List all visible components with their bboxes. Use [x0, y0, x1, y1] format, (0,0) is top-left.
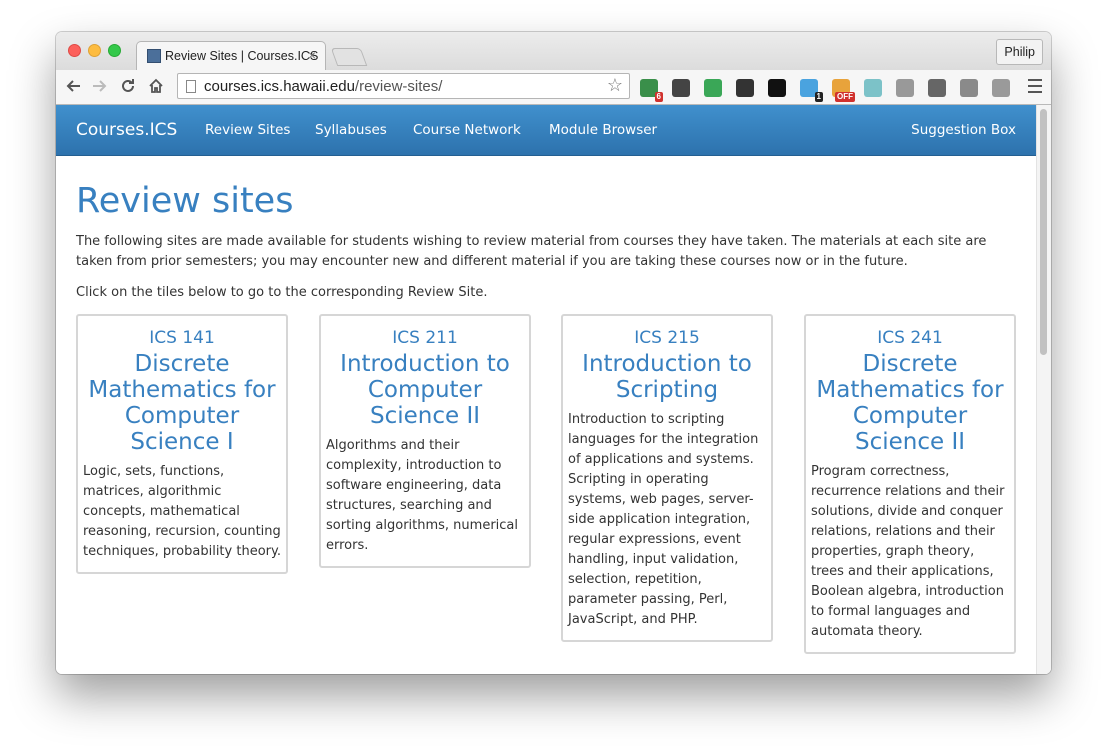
- tile-course-name: Introduction to Computer Science II: [340, 351, 510, 429]
- puzzle-extension-icon[interactable]: [992, 79, 1010, 97]
- tile-course-code: ICS 141: [149, 328, 215, 348]
- url-path: /review-sites/: [354, 78, 443, 95]
- nav-syllabuses[interactable]: Syllabuses: [315, 122, 387, 138]
- tile-course-description: Logic, sets, functions, matrices, algori…: [83, 464, 281, 559]
- chrome-menu-icon[interactable]: [1028, 79, 1042, 95]
- browser-toolbar: courses.ics.hawaii.edu/review-sites/ ☆ 6…: [56, 70, 1051, 105]
- close-window-button[interactable]: [68, 44, 81, 57]
- hangouts-extension-icon[interactable]: [704, 79, 722, 97]
- tile-course-name: Introduction to Scripting: [582, 351, 752, 403]
- close-tab-icon[interactable]: ×: [308, 47, 316, 63]
- reload-button[interactable]: [117, 74, 139, 98]
- tile-course-description: Algorithms and their complexity, introdu…: [326, 438, 519, 553]
- extension-badge: 1: [814, 92, 823, 102]
- site-navbar: Courses.ICS Review Sites Syllabuses Cour…: [56, 105, 1036, 156]
- sync-extension-icon[interactable]: [672, 79, 690, 97]
- url-text[interactable]: courses.ics.hawaii.edu/review-sites/: [204, 78, 442, 95]
- intro-paragraph: The following sites are made available f…: [76, 234, 987, 269]
- review-tile-ics141[interactable]: ICS 141 Discrete Mathematics for Compute…: [76, 314, 288, 574]
- jetbrains-extension-icon[interactable]: [768, 79, 786, 97]
- forward-button[interactable]: [89, 74, 111, 98]
- tile-course-code: ICS 211: [392, 328, 458, 348]
- tile-course-code: ICS 241: [877, 328, 943, 348]
- browser-tab[interactable]: Review Sites | Courses.ICS ×: [136, 41, 326, 70]
- info-extension-icon[interactable]: [736, 79, 754, 97]
- nav-module-browser[interactable]: Module Browser: [549, 122, 657, 138]
- nav-review-sites[interactable]: Review Sites: [205, 122, 290, 138]
- new-tab-button[interactable]: [330, 48, 368, 66]
- ghostery-extension-icon[interactable]: 1: [800, 79, 823, 102]
- page-viewport: Courses.ICS Review Sites Syllabuses Cour…: [56, 105, 1051, 674]
- site-favicon-icon: [147, 49, 161, 63]
- scrollbar-thumb[interactable]: [1040, 109, 1047, 355]
- tile-course-description: Introduction to scripting languages for …: [568, 412, 759, 627]
- instructions-paragraph: Click on the tiles below to go to the co…: [76, 285, 488, 300]
- tile-course-name: Discrete Mathematics for Computer Scienc…: [816, 351, 1004, 455]
- back-arrow-icon: [66, 80, 80, 92]
- back-button[interactable]: [62, 74, 84, 98]
- tab-strip: Review Sites | Courses.ICS × Philip: [56, 32, 1051, 70]
- chart-off-extension-icon[interactable]: OFF: [832, 79, 855, 102]
- nav-suggestion-box[interactable]: Suggestion Box: [911, 122, 1016, 138]
- minimize-window-button[interactable]: [88, 44, 101, 57]
- url-host: courses.ics.hawaii.edu: [204, 78, 355, 95]
- site-brand-link[interactable]: Courses.ICS: [76, 120, 177, 140]
- zoom-window-button[interactable]: [108, 44, 121, 57]
- tile-course-description: Program correctness, recurrence relation…: [811, 464, 1005, 639]
- copy-extension-icon[interactable]: [896, 79, 914, 97]
- bookmark-star-icon[interactable]: ☆: [607, 75, 623, 96]
- drive-extension-icon[interactable]: [960, 79, 978, 97]
- reload-icon: [122, 79, 134, 92]
- review-tile-ics215[interactable]: ICS 215 Introduction to Scripting Introd…: [561, 314, 773, 642]
- review-tile-ics241[interactable]: ICS 241 Discrete Mathematics for Compute…: [804, 314, 1016, 654]
- home-icon: [149, 78, 163, 93]
- nav-course-network[interactable]: Course Network: [413, 122, 521, 138]
- extension-badge: 6: [654, 92, 663, 102]
- octopus-extension-icon[interactable]: 6: [640, 79, 663, 102]
- page-title: Review sites: [76, 181, 294, 221]
- forward-arrow-icon: [93, 80, 107, 92]
- extension-badge: OFF: [835, 92, 855, 102]
- review-tile-ics211[interactable]: ICS 211 Introduction to Computer Science…: [319, 314, 531, 568]
- profile-button[interactable]: Philip: [996, 39, 1043, 65]
- home-button[interactable]: [145, 74, 167, 98]
- tab-title: Review Sites | Courses.ICS: [165, 49, 319, 63]
- screenshot-extension-icon[interactable]: [864, 79, 882, 97]
- address-bar[interactable]: courses.ics.hawaii.edu/review-sites/ ☆: [177, 73, 630, 99]
- camera-extension-icon[interactable]: [928, 79, 946, 97]
- page-icon: [186, 80, 196, 93]
- browser-window: Review Sites | Courses.ICS × Philip cour…: [56, 32, 1051, 674]
- tile-course-code: ICS 215: [634, 328, 700, 348]
- tile-course-name: Discrete Mathematics for Computer Scienc…: [88, 351, 276, 455]
